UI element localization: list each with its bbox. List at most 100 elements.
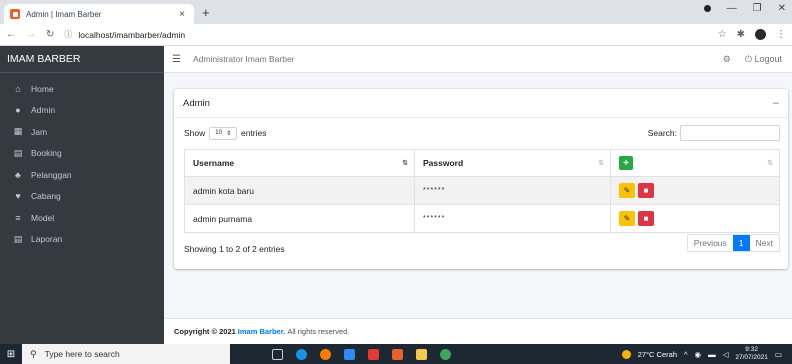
- weather-text[interactable]: 27°C Cerah: [638, 350, 677, 359]
- minimize-icon[interactable]: —: [727, 3, 737, 14]
- navbar-actions: ⚙ ⏻ Logout: [723, 54, 782, 65]
- footer-brand-link[interactable]: Imam Barber.: [238, 327, 286, 336]
- next-page-button[interactable]: Next: [750, 235, 779, 251]
- entries-length-select[interactable]: 10 ⇕: [209, 126, 237, 140]
- logout-label: Logout: [754, 53, 782, 64]
- taskbar-apps: [272, 348, 451, 360]
- info-icon[interactable]: ⓘ: [64, 29, 72, 40]
- bookmark-star-icon[interactable]: ☆: [718, 29, 727, 40]
- entries-label: entries: [240, 128, 267, 138]
- column-header-username[interactable]: Username ⇅: [184, 149, 415, 177]
- users-icon: ♣: [15, 169, 21, 180]
- sidebar-item-booking[interactable]: ▤ Booking: [0, 143, 164, 165]
- brand-link[interactable]: IMAM BARBER: [0, 46, 164, 73]
- chrome-icon[interactable]: [440, 348, 451, 360]
- app-red-icon[interactable]: [368, 348, 379, 360]
- sidebar-menu: ⌂ Home ● Admin ▦ Jam ▤ Booking ♣ Pelanggan ♥ Cabang…: [0, 73, 164, 250]
- table-info: Showing 1 to 2 of 2 entries: [184, 244, 285, 254]
- firefox-icon[interactable]: [320, 348, 331, 360]
- logout-button[interactable]: ⏻ Logout: [745, 54, 782, 65]
- task-view-icon[interactable]: [272, 348, 283, 360]
- delete-trash-icon[interactable]: ■: [638, 211, 654, 226]
- sidebar-item-cabang[interactable]: ♥ Cabang: [0, 186, 164, 208]
- sidebar-item-model[interactable]: ≡ Model: [0, 207, 164, 229]
- sort-icon: ⇅: [402, 160, 408, 167]
- sidebar-item-laporan[interactable]: ▤ Laporan: [0, 229, 164, 251]
- restore-icon[interactable]: ❐: [753, 3, 762, 14]
- rights-text: All rights reserved.: [287, 327, 350, 336]
- length-value: 10: [215, 130, 222, 136]
- extensions-icon[interactable]: ✱: [737, 29, 745, 40]
- taskbar-search[interactable]: ⚲ Type here to search: [22, 344, 230, 364]
- url-field[interactable]: ⓘ localhost/imambarber/admin: [64, 27, 717, 43]
- collapse-minus-icon[interactable]: –: [773, 97, 779, 109]
- report-icon: ▤: [13, 233, 23, 244]
- weather-sun-icon: [621, 349, 631, 359]
- clock-time: 9:32: [745, 346, 758, 353]
- xampp-icon[interactable]: [392, 348, 403, 360]
- settings-gear-icon[interactable]: ⚙: [723, 54, 731, 65]
- address-bar: ← → ↻ ⓘ localhost/imambarber/admin ☆ ✱ ⋮: [0, 24, 792, 46]
- close-window-icon[interactable]: ✕: [778, 3, 786, 14]
- sidebar-item-pelanggan[interactable]: ♣ Pelanggan: [0, 164, 164, 186]
- network-icon[interactable]: ◉: [695, 350, 702, 359]
- power-icon: ⏻: [744, 53, 752, 64]
- search-label: Search:: [647, 128, 677, 138]
- card-header: Admin –: [174, 89, 788, 118]
- file-explorer-icon[interactable]: [344, 348, 355, 360]
- tray-chevron-icon[interactable]: ^: [684, 350, 688, 359]
- window-controls: — ❐ ✕: [703, 3, 786, 14]
- forward-icon[interactable]: →: [26, 29, 36, 40]
- sort-icon: ⇅: [767, 160, 773, 167]
- table-row: admin kota baru ****** ✎ ■: [184, 176, 780, 205]
- card-title: Admin: [183, 97, 210, 109]
- new-tab-button[interactable]: +: [202, 5, 210, 20]
- sidebar-item-jam[interactable]: ▦ Jam: [0, 121, 164, 143]
- table-icon: ▦: [13, 126, 23, 137]
- favicon-icon: [10, 9, 20, 19]
- volume-icon[interactable]: ◁: [723, 350, 729, 359]
- page-footer: Copyright © 2021 Imam Barber. All rights…: [164, 318, 792, 344]
- tab-close-button[interactable]: ×: [176, 9, 188, 20]
- sidebar-item-label: Jam: [31, 126, 48, 137]
- windows-start-icon[interactable]: ⊞: [0, 349, 22, 360]
- sublime-icon[interactable]: [416, 348, 427, 360]
- profile-avatar-icon[interactable]: [755, 29, 766, 40]
- record-icon[interactable]: [703, 5, 711, 12]
- delete-trash-icon[interactable]: ■: [638, 183, 654, 198]
- browser-tab[interactable]: Admin | Imam Barber ×: [4, 4, 194, 24]
- column-header-actions: + ⇅: [610, 149, 780, 177]
- password-cell: ******: [414, 204, 611, 233]
- search-icon: ⚲: [30, 348, 37, 359]
- menu-kebab-icon[interactable]: ⋮: [776, 29, 786, 40]
- table-header-row: Username ⇅ Password ⇅ + ⇅: [184, 149, 780, 177]
- add-admin-button[interactable]: +: [619, 156, 633, 170]
- tab-title: Admin | Imam Barber: [26, 9, 102, 19]
- copyright-text: Copyright © 2021: [174, 327, 236, 336]
- sidebar-item-label: Home: [31, 83, 54, 94]
- sidebar-item-label: Pelanggan: [31, 169, 72, 180]
- taskbar-search-placeholder: Type here to search: [44, 349, 120, 359]
- search-input[interactable]: [680, 125, 780, 141]
- previous-page-button[interactable]: Previous: [688, 235, 733, 251]
- clock[interactable]: 9:32 27/07/2021: [735, 346, 768, 362]
- admin-table: Username ⇅ Password ⇅ + ⇅ admin kota bar…: [184, 149, 780, 233]
- list-icon: ▤: [13, 147, 23, 158]
- column-header-password[interactable]: Password ⇅: [414, 149, 611, 177]
- sidebar-item-label: Cabang: [31, 191, 61, 202]
- notifications-icon[interactable]: ▭: [775, 350, 782, 359]
- edit-pencil-icon[interactable]: ✎: [619, 183, 635, 198]
- location-icon: ♥: [15, 191, 21, 202]
- edit-pencil-icon[interactable]: ✎: [619, 211, 635, 226]
- home-icon: ⌂: [15, 83, 21, 94]
- back-icon[interactable]: ←: [6, 29, 16, 40]
- browser-tab-bar: Admin | Imam Barber × + — ❐ ✕: [0, 0, 792, 24]
- edge-icon[interactable]: [296, 348, 307, 360]
- hamburger-icon[interactable]: ☰: [172, 54, 181, 65]
- sidebar-item-home[interactable]: ⌂ Home: [0, 78, 164, 100]
- show-label: Show: [184, 128, 206, 138]
- page-1-button[interactable]: 1: [732, 235, 750, 251]
- reload-icon[interactable]: ↻: [46, 29, 54, 40]
- sidebar-item-admin[interactable]: ● Admin: [0, 100, 164, 122]
- battery-icon[interactable]: ▬: [708, 350, 716, 359]
